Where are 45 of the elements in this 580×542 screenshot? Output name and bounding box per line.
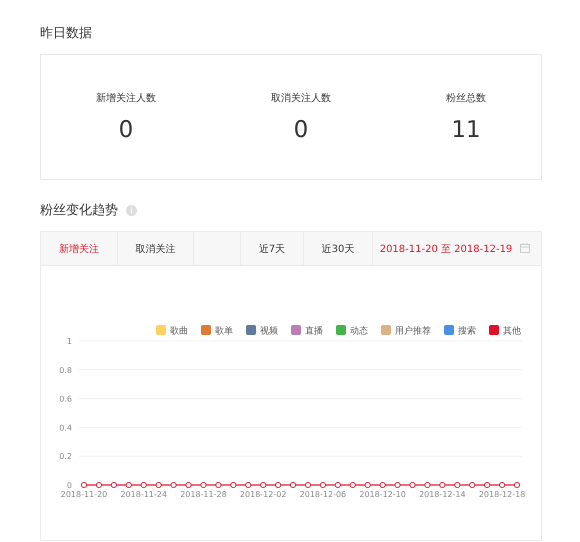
stat-label: 新增关注人数 bbox=[96, 92, 156, 105]
date-range-tab[interactable]: 2018-11-20 至 2018-12-19 bbox=[373, 232, 541, 265]
x-tick-label: 2018-12-14 bbox=[419, 490, 466, 499]
y-tick-label: 0 bbox=[66, 481, 72, 490]
metric-tab[interactable]: 取消关注 bbox=[118, 232, 194, 265]
legend-label: 视频 bbox=[260, 326, 278, 336]
legend-label: 用户推荐 bbox=[395, 326, 431, 336]
legend-label: 其他 bbox=[503, 326, 521, 336]
section-title: 粉丝变化趋势 bbox=[40, 202, 118, 219]
legend-item[interactable]: 歌单 bbox=[201, 325, 233, 336]
stat-label: 取消关注人数 bbox=[271, 92, 331, 105]
stat-value: 0 bbox=[294, 117, 308, 143]
legend-item[interactable]: 视频 bbox=[246, 325, 278, 336]
y-tick-label: 0.8 bbox=[59, 366, 72, 375]
legend-item[interactable]: 搜索 bbox=[444, 325, 476, 336]
legend-item[interactable]: 其他 bbox=[489, 325, 521, 336]
stat-value: 11 bbox=[451, 117, 481, 143]
stat-label: 粉丝总数 bbox=[446, 92, 486, 105]
x-tick-label: 2018-12-10 bbox=[359, 490, 406, 499]
calendar-icon bbox=[520, 243, 530, 253]
x-tick-label: 2018-12-18 bbox=[478, 490, 526, 499]
stat-value: 0 bbox=[118, 117, 134, 143]
metric-tab[interactable]: 新增关注 bbox=[41, 232, 118, 265]
legend-label: 搜索 bbox=[458, 326, 476, 336]
legend-label: 动态 bbox=[350, 326, 368, 336]
x-tick-label: 2018-12-06 bbox=[300, 490, 346, 499]
x-tick-label: 2018-11-24 bbox=[120, 490, 167, 499]
y-tick-label: 1 bbox=[66, 337, 72, 346]
legend-label: 直播 bbox=[305, 326, 323, 336]
x-tick-label: 2018-11-20 bbox=[60, 490, 108, 499]
legend-item[interactable]: 用户推荐 bbox=[381, 325, 431, 336]
section-title: 昨日数据 bbox=[40, 25, 93, 42]
period-tab[interactable]: 近7天 bbox=[241, 232, 304, 265]
x-tick-label: 2018-12-02 bbox=[240, 490, 286, 499]
legend-item[interactable]: 歌曲 bbox=[156, 325, 188, 336]
y-tick-label: 0.4 bbox=[59, 423, 72, 432]
legend-item[interactable]: 动态 bbox=[336, 325, 368, 336]
x-tick-label: 2018-11-28 bbox=[180, 490, 227, 499]
legend-label: 歌单 bbox=[215, 326, 233, 336]
y-tick-label: 0.6 bbox=[59, 394, 72, 404]
legend-label: 歌曲 bbox=[170, 326, 188, 336]
period-tab[interactable]: 近30天 bbox=[304, 232, 373, 265]
legend-item[interactable]: 直播 bbox=[291, 325, 323, 336]
info-icon[interactable] bbox=[126, 204, 137, 216]
y-tick-label: 0.2 bbox=[59, 452, 72, 462]
